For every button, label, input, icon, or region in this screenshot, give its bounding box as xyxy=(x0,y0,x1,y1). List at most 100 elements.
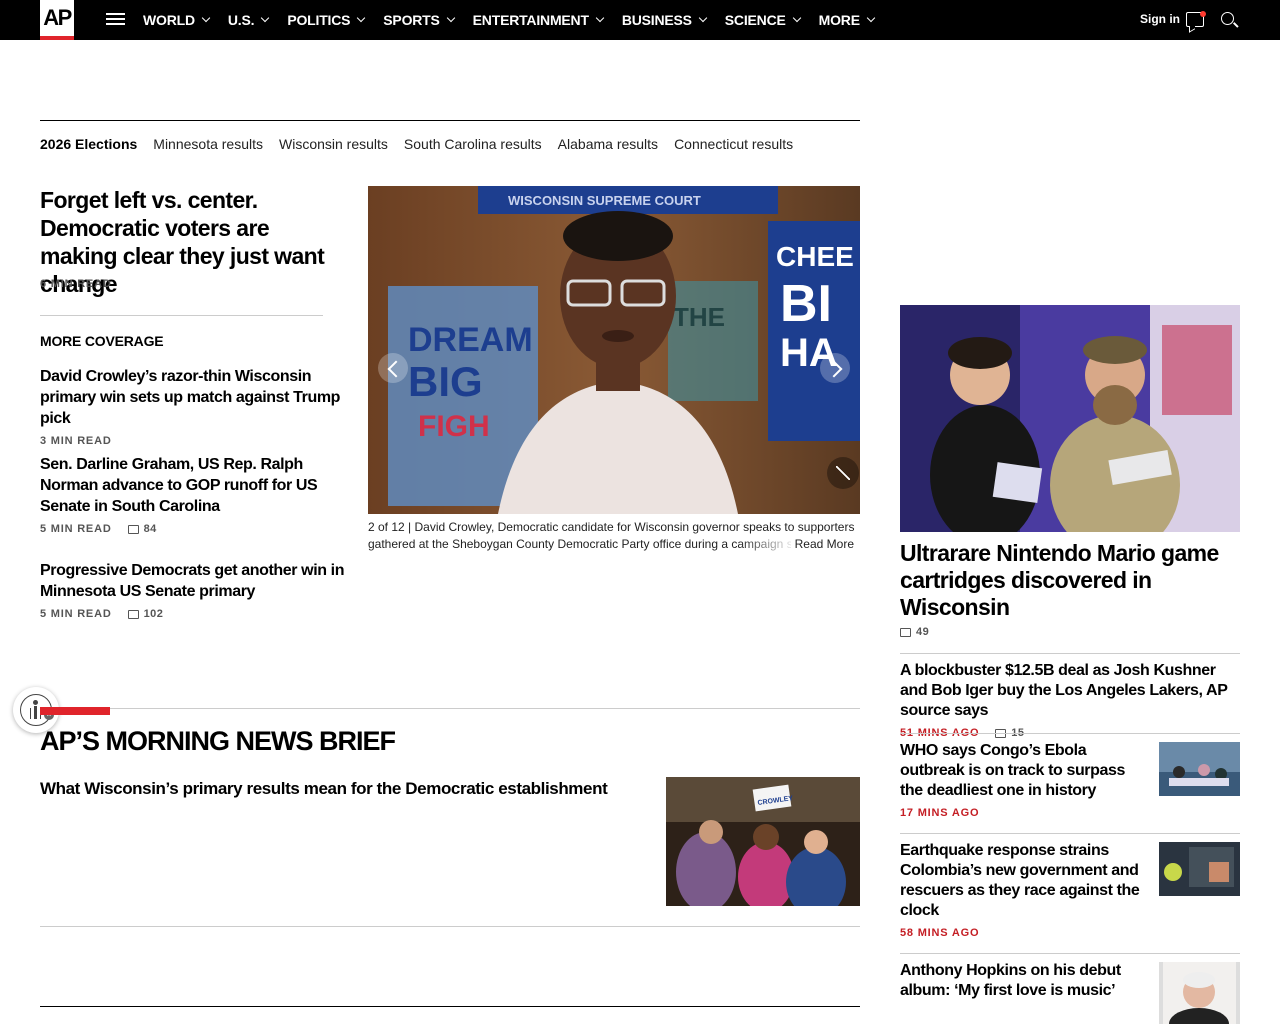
chevron-down-icon xyxy=(792,13,801,23)
chevron-down-icon xyxy=(201,13,211,23)
comments-link[interactable]: 102 xyxy=(127,608,164,620)
gallery-next-button[interactable] xyxy=(820,353,850,383)
nav-us[interactable]: U.S. xyxy=(227,12,270,28)
story-thumbnail[interactable] xyxy=(1159,742,1240,796)
nav-us-label: U.S. xyxy=(227,12,255,28)
sign-left-1: DREAM xyxy=(408,321,533,359)
read-more-link[interactable]: Read More xyxy=(790,536,854,553)
divider xyxy=(40,926,860,927)
expand-icon[interactable] xyxy=(827,457,859,489)
gallery-prev-button[interactable] xyxy=(378,353,408,383)
divider xyxy=(40,315,323,316)
nav-sports[interactable]: SPORTS xyxy=(383,12,455,28)
timestamp: 58 MINS AGO xyxy=(900,927,980,939)
feature-comments-link[interactable]: 49 xyxy=(900,626,929,638)
nav-entertainment-label: ENTERTAINMENT xyxy=(472,12,589,28)
list-item: David Crowley’s razor-thin Wisconsin pri… xyxy=(40,366,350,447)
nav-world[interactable]: WORLD xyxy=(143,12,211,28)
story-headline[interactable]: Sen. Darline Graham, US Rep. Ralph Norma… xyxy=(40,454,350,517)
list-item: Sen. Darline Graham, US Rep. Ralph Norma… xyxy=(40,454,350,535)
list-item: Progressive Democrats get another win in… xyxy=(40,560,350,620)
divider xyxy=(40,1006,860,1007)
feature-photo xyxy=(900,305,1240,532)
nav-world-label: WORLD xyxy=(143,12,195,28)
south-carolina-results-link[interactable]: South Carolina results xyxy=(404,136,542,152)
read-time: 3 MIN READ xyxy=(40,435,112,447)
chevron-down-icon xyxy=(446,13,455,23)
crowd-photo: CROWLEY xyxy=(666,777,860,906)
chevron-down-icon xyxy=(698,13,708,23)
story-headline[interactable]: WHO says Congo’s Ebola outbreak is on tr… xyxy=(900,741,1150,801)
brief-story-image[interactable]: CROWLEY xyxy=(666,777,860,906)
chevron-down-icon xyxy=(866,13,876,23)
comments-link[interactable]: 84 xyxy=(127,523,157,535)
nav-science-label: SCIENCE xyxy=(724,12,786,28)
ap-logo[interactable]: AP xyxy=(40,0,74,40)
sign-right-1: CHEE xyxy=(776,241,854,272)
story-headline[interactable]: Earthquake response strains Colombia’s n… xyxy=(900,841,1150,921)
nav-business[interactable]: BUSINESS xyxy=(621,12,708,28)
list-item: A blockbuster $12.5B deal as Josh Kushne… xyxy=(900,661,1240,739)
nav-links: WORLD U.S. POLITICS SPORTS ENTERTAINMENT… xyxy=(143,0,893,40)
sign-left-2: BIG xyxy=(408,358,483,405)
sign-right-2: BI xyxy=(780,275,832,333)
feature-story-image[interactable] xyxy=(900,305,1240,532)
sign-top-text: WISCONSIN SUPREME COURT xyxy=(508,193,701,208)
brief-story-headline[interactable]: What Wisconsin’s primary results mean fo… xyxy=(40,779,640,799)
list-item: WHO says Congo’s Ebola outbreak is on tr… xyxy=(900,741,1150,819)
connecticut-results-link[interactable]: Connecticut results xyxy=(674,136,793,152)
chevron-down-icon xyxy=(595,13,605,23)
story-thumbnail[interactable] xyxy=(1159,962,1240,1024)
nav-politics[interactable]: POLITICS xyxy=(287,12,366,28)
divider xyxy=(900,953,1240,954)
story-headline[interactable]: Anthony Hopkins on his debut album: ‘My … xyxy=(900,961,1150,1001)
story-headline[interactable]: David Crowley’s razor-thin Wisconsin pri… xyxy=(40,366,350,429)
elections-2026-link[interactable]: 2026 Elections xyxy=(40,136,137,152)
alabama-results-link[interactable]: Alabama results xyxy=(558,136,658,152)
nav-business-label: BUSINESS xyxy=(621,12,692,28)
thumbnail-photo xyxy=(1159,742,1240,796)
comment-count: 84 xyxy=(143,523,157,535)
story-thumbnail[interactable] xyxy=(1159,842,1240,896)
election-results-bar: 2026 Elections Minnesota results Wiscons… xyxy=(40,136,809,152)
chevron-down-icon xyxy=(357,13,366,23)
notification-dot xyxy=(1200,11,1206,17)
sign-in-link[interactable]: Sign in xyxy=(1140,12,1180,26)
thumbnail-photo xyxy=(1159,962,1240,1024)
read-time: 5 MIN READ xyxy=(40,608,112,620)
story-headline[interactable]: Progressive Democrats get another win in… xyxy=(40,560,350,602)
feature-story-headline[interactable]: Ultrarare Nintendo Mario game cartridges… xyxy=(900,540,1240,621)
search-icon[interactable] xyxy=(1221,12,1234,25)
logo-text: AP xyxy=(43,5,72,30)
nav-more-label: MORE xyxy=(818,12,860,28)
gallery-caption: 2 of 12 | David Crowley, Democratic cand… xyxy=(368,519,860,553)
caption-fade xyxy=(738,536,798,553)
read-time: 5 MIN READ xyxy=(40,523,112,535)
list-item: Earthquake response strains Colombia’s n… xyxy=(900,841,1150,939)
section-accent-bar xyxy=(40,707,110,715)
divider xyxy=(900,733,1240,734)
divider xyxy=(900,833,1240,834)
minnesota-results-link[interactable]: Minnesota results xyxy=(153,136,263,152)
nav-sports-label: SPORTS xyxy=(383,12,440,28)
divider xyxy=(110,708,860,709)
morning-brief-heading[interactable]: AP’S MORNING NEWS BRIEF xyxy=(40,726,396,757)
top-navigation-bar: AP WORLD U.S. POLITICS SPORTS ENTERTAINM… xyxy=(0,0,1280,40)
comment-icon xyxy=(127,524,139,534)
photo-gallery[interactable]: WISCONSIN SUPREME COURT DREAM BIG FIGH T… xyxy=(368,186,860,514)
sign-left-3: FIGH xyxy=(418,410,490,443)
nav-science[interactable]: SCIENCE xyxy=(724,12,801,28)
divider xyxy=(900,653,1240,654)
nav-entertainment[interactable]: ENTERTAINMENT xyxy=(472,12,605,28)
sign-mid: THE xyxy=(673,302,725,332)
wisconsin-results-link[interactable]: Wisconsin results xyxy=(279,136,388,152)
hamburger-menu-icon[interactable] xyxy=(106,13,126,27)
chevron-down-icon xyxy=(261,13,270,23)
nav-more[interactable]: MORE xyxy=(818,12,876,28)
comment-icon xyxy=(127,609,139,619)
lead-read-time: 6 MIN READ xyxy=(40,278,112,290)
nav-politics-label: POLITICS xyxy=(287,12,351,28)
gallery-counter: 2 of 12 | xyxy=(368,520,412,534)
election-bar-rule xyxy=(40,120,860,121)
story-headline[interactable]: A blockbuster $12.5B deal as Josh Kushne… xyxy=(900,661,1240,721)
